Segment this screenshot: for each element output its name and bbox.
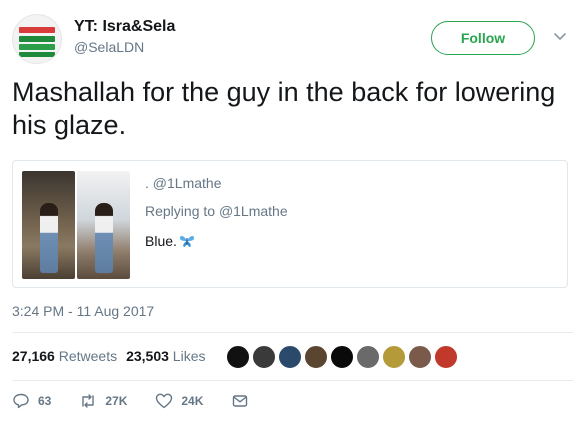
reply-prefix: Replying to bbox=[145, 203, 216, 219]
tweet-stats: 27,166 Retweets 23,503 Likes bbox=[12, 348, 205, 364]
chevron-down-icon[interactable] bbox=[553, 30, 567, 44]
quoted-photo[interactable] bbox=[22, 171, 75, 279]
liker-avatar[interactable] bbox=[382, 345, 406, 369]
divider bbox=[12, 380, 573, 381]
avatar-banner bbox=[19, 27, 55, 33]
retweet-icon bbox=[82, 394, 95, 408]
quoted-reply-line: Replying to @1Lmathe bbox=[145, 203, 288, 219]
quoted-text-content: Blue. bbox=[145, 233, 177, 249]
liker-avatar[interactable] bbox=[434, 345, 458, 369]
retweet-count: 27K bbox=[105, 394, 128, 408]
retweets-count: 27,166 bbox=[12, 348, 55, 364]
display-name[interactable]: YT: Isra&Sela bbox=[74, 18, 175, 36]
reply-count: 63 bbox=[38, 394, 52, 408]
retweet-button[interactable]: 27K bbox=[79, 392, 127, 410]
avatar-banner bbox=[19, 44, 55, 50]
liker-avatar[interactable] bbox=[252, 345, 276, 369]
avatar-banner bbox=[19, 36, 55, 42]
retweets-stat[interactable]: 27,166 Retweets bbox=[12, 348, 117, 364]
photo-figure bbox=[94, 203, 113, 273]
tweet-header: YT: Isra&Sela @SelaLDN Follow bbox=[12, 12, 573, 64]
like-button[interactable]: 24K bbox=[155, 392, 203, 410]
action-bar: 63 27K 24K bbox=[12, 392, 277, 410]
liker-avatar[interactable] bbox=[304, 345, 328, 369]
likes-count: 23,503 bbox=[126, 348, 169, 364]
quoted-media[interactable] bbox=[22, 171, 130, 279]
retweets-label: Retweets bbox=[58, 348, 118, 364]
likes-stat[interactable]: 23,503 Likes bbox=[126, 348, 205, 364]
avatar-banner bbox=[19, 52, 55, 57]
liker-avatar[interactable] bbox=[356, 345, 380, 369]
user-info[interactable]: YT: Isra&Sela @SelaLDN bbox=[74, 18, 175, 55]
avatar[interactable] bbox=[12, 14, 62, 64]
quoted-photo[interactable] bbox=[77, 171, 130, 279]
user-handle[interactable]: @SelaLDN bbox=[74, 39, 175, 55]
liker-avatar[interactable] bbox=[330, 345, 354, 369]
reply-icon bbox=[13, 393, 29, 409]
envelope-icon bbox=[233, 395, 248, 407]
photo-figure bbox=[39, 203, 58, 273]
divider bbox=[12, 332, 573, 333]
quoted-body: . @1Lmathe Replying to @1Lmathe Blue. bbox=[145, 175, 288, 249]
likes-label: Likes bbox=[172, 348, 206, 364]
tweet-text: Mashallah for the guy in the back for lo… bbox=[12, 77, 556, 140]
butterfly-icon bbox=[179, 236, 194, 247]
follow-button[interactable]: Follow bbox=[431, 21, 535, 55]
quoted-tweet[interactable]: . @1Lmathe Replying to @1Lmathe Blue. bbox=[12, 160, 568, 288]
like-count: 24K bbox=[181, 394, 204, 408]
direct-message-button[interactable] bbox=[231, 392, 249, 410]
liker-avatars bbox=[226, 345, 458, 369]
reply-button[interactable]: 63 bbox=[12, 392, 51, 410]
liker-avatar[interactable] bbox=[278, 345, 302, 369]
liker-avatar[interactable] bbox=[408, 345, 432, 369]
quoted-handle[interactable]: . @1Lmathe bbox=[145, 175, 288, 191]
liker-avatar[interactable] bbox=[226, 345, 250, 369]
quoted-text: Blue. bbox=[145, 233, 288, 249]
reply-handle-link[interactable]: @1Lmathe bbox=[219, 203, 288, 219]
timestamp[interactable]: 3:24 PM - 11 Aug 2017 bbox=[12, 303, 154, 319]
heart-icon bbox=[156, 393, 173, 409]
